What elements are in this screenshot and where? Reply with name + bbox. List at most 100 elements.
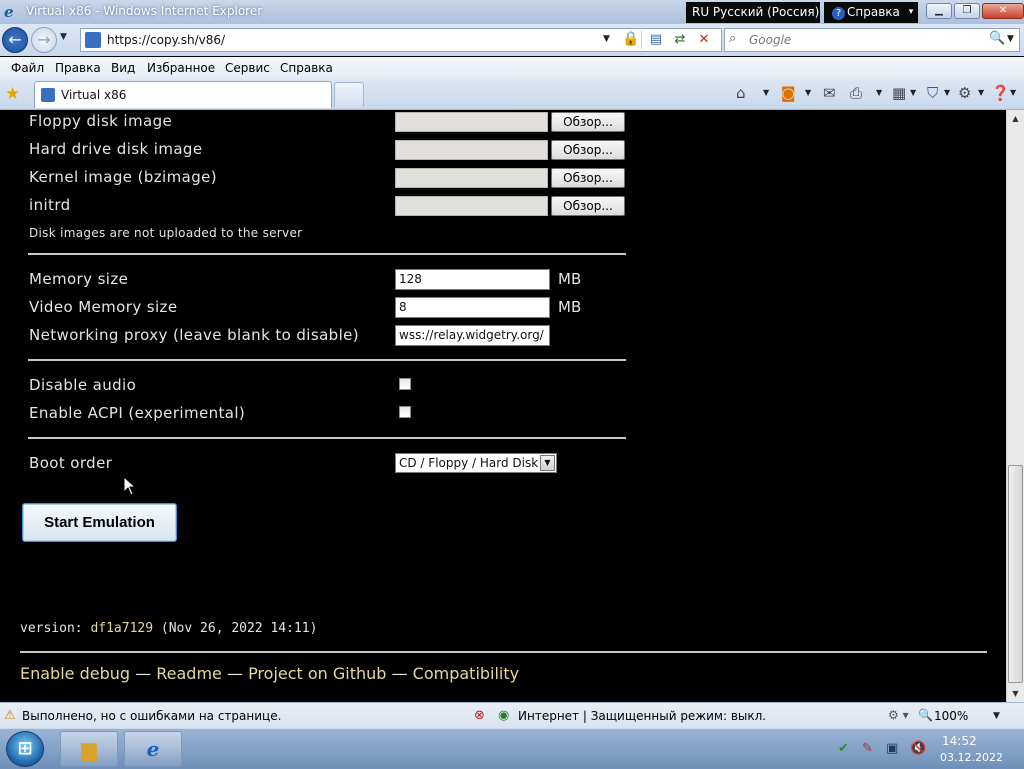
protected-mode-icon[interactable]: ⊗ <box>474 708 485 723</box>
language-help-button[interactable]: ? Справка <box>824 2 904 23</box>
scrollbar-thumb[interactable] <box>1008 465 1023 683</box>
menu-tools[interactable]: Сервис <box>225 61 270 75</box>
stop-icon[interactable]: ✕ <box>695 31 713 49</box>
rss-dropdown-icon[interactable]: ▼ <box>805 88 811 97</box>
menu-view[interactable]: Вид <box>111 61 135 75</box>
address-dropdown-icon[interactable]: ▼ <box>603 34 610 44</box>
footer-separator: — <box>226 664 243 683</box>
new-tab-button[interactable] <box>334 82 364 107</box>
taskbar-ie-button[interactable]: e <box>124 731 182 767</box>
search-options-dropdown-icon[interactable]: ▼ <box>1007 34 1014 44</box>
readme-link[interactable]: Readme <box>156 664 222 683</box>
tab-command-bar: ★ Virtual x86 ⌂ ▼ ◙ ▼ ✉ ⎙ ▼ ▦ ▼ ⛉ ▼ ⚙ ▼ … <box>0 79 1024 110</box>
zoom-dropdown-icon[interactable]: ▼ <box>993 711 1000 721</box>
tray-security-icon[interactable]: ✔ <box>838 741 849 756</box>
tray-network-icon[interactable]: ▣ <box>886 741 898 756</box>
address-bar[interactable]: https://copy.sh/v86/ ▼ 🔒 ▤ ⇄ ✕ <box>80 28 722 52</box>
gear-icon[interactable]: ⚙ <box>958 84 971 102</box>
print-dropdown-icon[interactable]: ▼ <box>876 88 882 97</box>
tools-dropdown-icon[interactable]: ▼ <box>978 88 984 97</box>
home-icon[interactable]: ⌂ <box>736 84 746 102</box>
chevron-down-icon: ▼ <box>540 455 555 471</box>
warning-icon[interactable]: ⚠ <box>4 708 16 723</box>
networking-proxy-label: Networking proxy (leave blank to disable… <box>29 326 360 344</box>
search-box[interactable]: ⌕ 🔍 ▼ <box>724 28 1020 52</box>
floppy-file-input[interactable] <box>395 112 548 132</box>
compatibility-link[interactable]: Compatibility <box>413 664 519 683</box>
page-dropdown-icon[interactable]: ▼ <box>910 88 916 97</box>
clock-time[interactable]: 14:52 <box>942 734 977 748</box>
help-icon: ? <box>832 7 845 20</box>
enable-debug-link[interactable]: Enable debug <box>20 664 130 683</box>
kernel-image-browse-button[interactable]: Обзор... <box>551 168 625 188</box>
search-input[interactable] <box>749 32 989 48</box>
hard-drive-label: Hard drive disk image <box>29 140 203 158</box>
language-bar-options-icon[interactable]: ▾ <box>904 2 918 23</box>
initrd-label: initrd <box>29 196 71 214</box>
help-icon[interactable]: ❓ <box>991 84 1010 102</box>
maximize-button[interactable]: ❐ <box>954 3 980 19</box>
recent-pages-dropdown-icon[interactable]: ▼ <box>60 32 67 42</box>
scroll-down-icon[interactable]: ▼ <box>1007 685 1024 702</box>
back-arrow-icon[interactable]: ← <box>2 27 28 53</box>
disable-audio-checkbox[interactable] <box>399 378 411 390</box>
help-dropdown-icon[interactable]: ▼ <box>1010 88 1016 97</box>
forward-arrow-icon[interactable]: → <box>31 27 57 53</box>
footer-divider <box>20 651 987 653</box>
home-dropdown-icon[interactable]: ▼ <box>763 88 769 97</box>
zoom-level[interactable]: 100% <box>934 709 968 723</box>
security-zone[interactable]: Интернет | Защищенный режим: выкл. <box>518 709 766 723</box>
section-divider <box>28 253 626 255</box>
rss-icon[interactable]: ◙ <box>781 84 796 102</box>
clock-date[interactable]: 03.12.2022 <box>940 751 1003 764</box>
github-link[interactable]: Project on Github <box>248 664 386 683</box>
version-hash-link[interactable]: df1a7129 <box>90 621 153 636</box>
minimize-button[interactable]: ▁ <box>926 3 952 19</box>
footer-separator: — <box>391 664 408 683</box>
menu-edit[interactable]: Правка <box>55 61 101 75</box>
enable-acpi-checkbox[interactable] <box>399 406 411 418</box>
mail-icon[interactable]: ✉ <box>823 84 836 102</box>
shield-icon[interactable]: ⛉ <box>927 84 938 102</box>
floppy-browse-button[interactable]: Обзор... <box>551 112 625 132</box>
menu-favorites[interactable]: Избранное <box>147 61 215 75</box>
taskbar-explorer-button[interactable]: ▆ <box>60 731 118 767</box>
kernel-image-label: Kernel image (bzimage) <box>29 168 218 186</box>
language-bar[interactable]: RU Русский (Россия) <box>686 2 820 23</box>
refresh-icon[interactable]: ⇄ <box>671 31 689 49</box>
memory-size-unit: MB <box>558 270 582 288</box>
menu-help[interactable]: Справка <box>280 61 333 75</box>
start-button[interactable]: ⊞ <box>6 731 44 767</box>
initrd-browse-button[interactable]: Обзор... <box>551 196 625 216</box>
popup-blocker-icon[interactable]: ⚙ ▾ <box>888 708 909 722</box>
initrd-file-input[interactable] <box>395 196 548 216</box>
boot-order-value: CD / Floppy / Hard Disk <box>399 456 539 470</box>
hard-drive-browse-button[interactable]: Обзор... <box>551 140 625 160</box>
close-window-button[interactable]: ✕ <box>982 3 1024 19</box>
search-icon[interactable]: 🔍 <box>989 31 1005 46</box>
printer-icon[interactable]: ⎙ <box>850 84 862 102</box>
tray-tools-icon[interactable]: ✎ <box>862 741 873 756</box>
star-icon[interactable]: ★ <box>5 84 20 104</box>
kernel-image-file-input[interactable] <box>395 168 548 188</box>
memory-size-input[interactable]: 128 <box>395 269 550 290</box>
section-divider <box>28 437 626 439</box>
lock-icon[interactable]: 🔒 <box>622 31 639 49</box>
vertical-scrollbar[interactable]: ▲ ▼ <box>1006 110 1024 702</box>
tab-virtual-x86[interactable]: Virtual x86 <box>34 81 332 108</box>
menu-file[interactable]: Файл <box>11 61 44 75</box>
safety-dropdown-icon[interactable]: ▼ <box>944 88 950 97</box>
tray-volume-icon[interactable]: 🔇 <box>910 741 926 756</box>
memory-size-label: Memory size <box>29 270 129 288</box>
address-url[interactable]: https://copy.sh/v86/ <box>107 33 225 47</box>
scroll-up-icon[interactable]: ▲ <box>1007 110 1024 127</box>
status-message[interactable]: Выполнено, но с ошибками на странице. <box>22 709 281 723</box>
video-memory-unit: MB <box>558 298 582 316</box>
start-emulation-button[interactable]: Start Emulation <box>22 503 177 542</box>
compatibility-view-icon[interactable]: ▤ <box>647 31 665 49</box>
video-memory-input[interactable]: 8 <box>395 297 550 318</box>
boot-order-select[interactable]: CD / Floppy / Hard Disk ▼ <box>395 453 557 473</box>
page-icon[interactable]: ▦ <box>892 84 906 102</box>
hard-drive-file-input[interactable] <box>395 140 548 160</box>
networking-proxy-input[interactable]: wss://relay.widgetry.org/ <box>395 325 550 346</box>
